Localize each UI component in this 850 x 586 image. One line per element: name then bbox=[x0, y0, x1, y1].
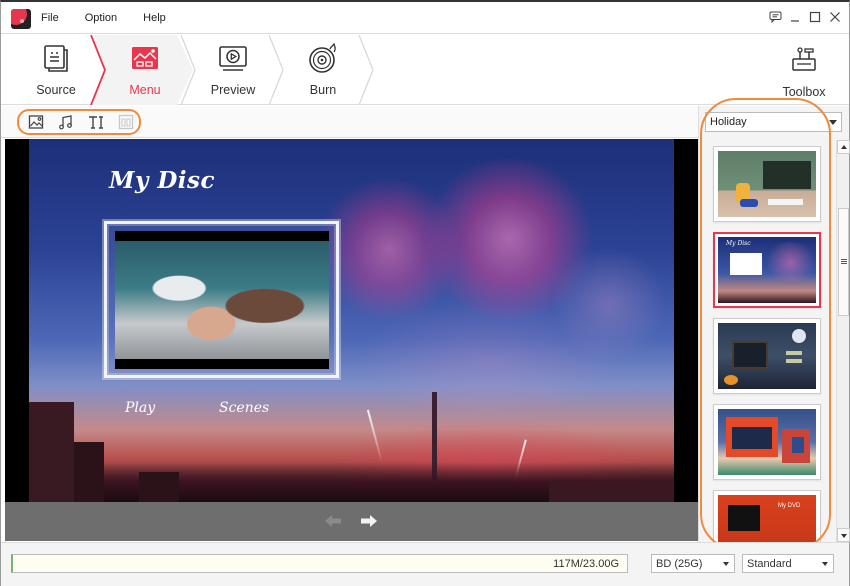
building-silhouette bbox=[29, 402, 74, 502]
toolbox-label: Toolbox bbox=[782, 85, 826, 99]
background-music-button[interactable] bbox=[57, 113, 75, 131]
menu-help[interactable]: Help bbox=[135, 12, 174, 24]
title-bar: File Option Help bbox=[1, 2, 849, 34]
template-item-fireworks[interactable]: My Disc bbox=[713, 232, 821, 308]
building-silhouette bbox=[139, 472, 179, 502]
music-icon bbox=[59, 115, 72, 130]
step-divider bbox=[358, 35, 374, 105]
menu-play-button[interactable]: Play bbox=[125, 400, 155, 416]
menu-preview-canvas: My Disc Play Scenes bbox=[5, 139, 698, 502]
menu-file[interactable]: File bbox=[41, 12, 67, 24]
thumbnail-image bbox=[115, 241, 329, 359]
preview-icon bbox=[217, 43, 249, 75]
text-icon bbox=[89, 116, 103, 129]
toolbox-button[interactable]: Toolbox bbox=[769, 35, 839, 105]
scroll-up-icon[interactable] bbox=[837, 140, 850, 154]
menu-bar: File Option Help bbox=[41, 2, 184, 34]
quality-value: Standard bbox=[747, 558, 792, 570]
template-thumbnail bbox=[718, 323, 816, 389]
bottom-bar: 117M/23.00G BD (25G) Standard bbox=[1, 542, 849, 586]
menu-page-nav bbox=[5, 502, 698, 541]
edit-tools-group bbox=[17, 109, 141, 135]
menu-scenes-button[interactable]: Scenes bbox=[219, 400, 269, 416]
app-logo-icon bbox=[11, 9, 31, 29]
template-item-living-room[interactable] bbox=[713, 146, 821, 222]
background-image-button[interactable] bbox=[27, 113, 45, 131]
menu-title-text[interactable]: My Disc bbox=[109, 167, 215, 194]
app-window: File Option Help Source Menu Preview Bur… bbox=[0, 0, 850, 586]
template-thumbnail bbox=[718, 409, 816, 475]
template-category-dropdown[interactable]: Holiday bbox=[705, 112, 842, 132]
template-item-my-dvd-red[interactable]: My DVD bbox=[713, 490, 821, 542]
toolbox-icon bbox=[790, 45, 818, 73]
template-category-value: Holiday bbox=[710, 116, 747, 128]
chevron-down-icon bbox=[822, 562, 828, 566]
next-page-arrow-icon[interactable] bbox=[359, 512, 379, 530]
window-controls bbox=[767, 8, 843, 26]
building-silhouette bbox=[74, 442, 104, 502]
workflow-steps: Source Menu Preview Burn Toolbox bbox=[1, 35, 849, 105]
minimize-icon[interactable] bbox=[787, 8, 803, 26]
grip-icon bbox=[841, 259, 847, 264]
firework-trails bbox=[359, 299, 619, 419]
template-thumbnail: My DVD bbox=[718, 495, 816, 542]
scrollbar-thumb[interactable] bbox=[838, 208, 849, 316]
chapter-thumbnail-frame[interactable] bbox=[104, 221, 339, 378]
template-thumbnail bbox=[718, 151, 816, 217]
source-icon bbox=[40, 43, 72, 75]
template-item-halloween[interactable] bbox=[713, 318, 821, 394]
menu-option[interactable]: Option bbox=[77, 12, 125, 24]
chapter-thumbnail bbox=[115, 231, 329, 369]
scroll-down-icon[interactable] bbox=[837, 528, 850, 542]
layout-icon bbox=[118, 114, 134, 130]
disc-type-dropdown[interactable]: BD (25G) bbox=[651, 554, 735, 573]
menu-background: My Disc Play Scenes bbox=[29, 139, 674, 502]
disc-capacity-bar: 117M/23.00G bbox=[11, 554, 628, 573]
template-panel: Holiday My Disc My DVD bbox=[698, 106, 850, 542]
disc-type-value: BD (25G) bbox=[656, 558, 703, 570]
capacity-text: 117M/23.00G bbox=[553, 558, 619, 570]
image-icon bbox=[28, 115, 44, 129]
burn-disc-icon bbox=[307, 42, 339, 75]
template-list: My Disc My DVD bbox=[711, 146, 823, 542]
maximize-icon[interactable] bbox=[807, 8, 823, 26]
feedback-icon[interactable] bbox=[767, 8, 783, 26]
add-text-button[interactable] bbox=[87, 113, 105, 131]
close-icon[interactable] bbox=[827, 8, 843, 26]
menu-edit-toolbar bbox=[1, 106, 698, 138]
adjust-layout-button[interactable] bbox=[117, 113, 135, 131]
template-thumbnail: My Disc bbox=[718, 237, 816, 303]
quality-dropdown[interactable]: Standard bbox=[742, 554, 834, 573]
template-item-red-frame[interactable] bbox=[713, 404, 821, 480]
menu-template-icon bbox=[129, 43, 161, 75]
template-scrollbar[interactable] bbox=[836, 140, 850, 542]
building-silhouette bbox=[549, 482, 674, 502]
prev-page-arrow-icon[interactable] bbox=[323, 512, 343, 530]
chevron-down-icon bbox=[829, 120, 837, 125]
chevron-down-icon bbox=[723, 562, 729, 566]
